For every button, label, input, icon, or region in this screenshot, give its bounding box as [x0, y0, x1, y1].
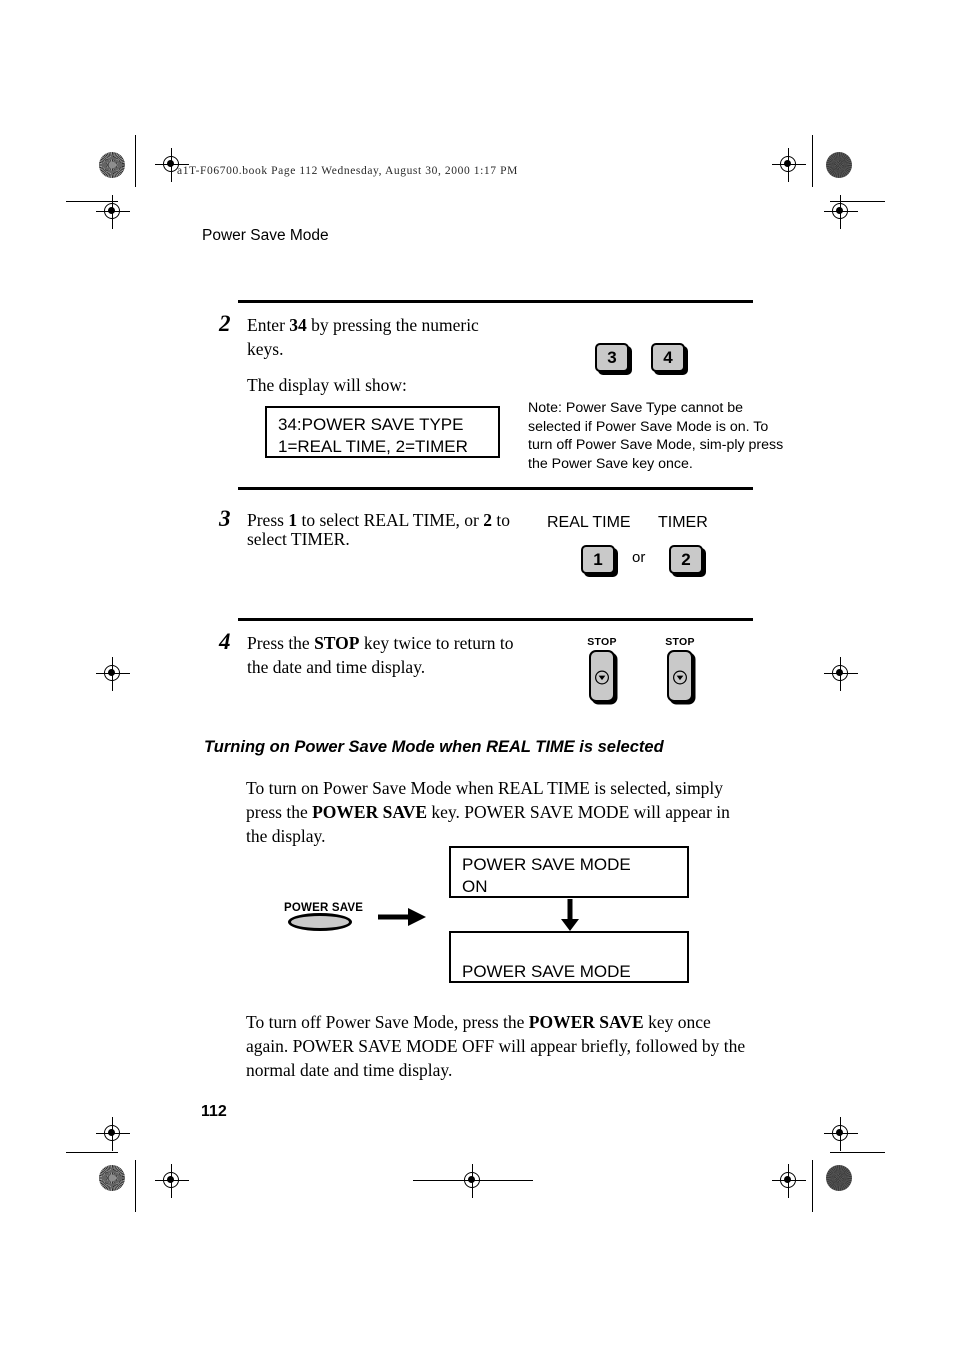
- file-header-text: a1T-F06700.book Page 112 Wednesday, Augu…: [177, 165, 518, 177]
- lcd-ps-mode-line1: [462, 939, 687, 961]
- stop-key-2[interactable]: STOP: [662, 636, 698, 702]
- section-heading: Turning on Power Save Mode when REAL TIM…: [204, 738, 664, 756]
- stop-key-1[interactable]: STOP: [584, 636, 620, 702]
- halftone-dot-icon: [826, 152, 852, 178]
- registration-target-icon: [155, 1164, 189, 1198]
- step-2-line1-bold: 34: [289, 315, 307, 335]
- step-number-3: 3: [219, 506, 231, 531]
- registration-target-icon: [96, 1117, 130, 1151]
- running-head: Power Save Mode: [202, 227, 329, 244]
- section-rule: [238, 300, 753, 303]
- page-number: 112: [201, 1103, 227, 1120]
- step-2-line2: keys.: [247, 339, 284, 359]
- trim-line: [812, 1160, 814, 1212]
- paragraph-1-bold: POWER SAVE: [312, 802, 428, 822]
- arrow-down-icon: [561, 899, 579, 931]
- lcd-ps-on-line1: POWER SAVE MODE: [462, 855, 631, 874]
- registration-target-icon: [824, 195, 858, 229]
- registration-target-icon: [824, 1117, 858, 1151]
- trim-line: [66, 1152, 118, 1154]
- trim-line: [135, 1160, 137, 1212]
- step-4-bold: STOP: [314, 633, 360, 653]
- step-3-post: to: [491, 510, 510, 530]
- step-3-line2: select TIMER.: [247, 529, 350, 549]
- circle-down-triangle-icon: [595, 670, 609, 685]
- step-2-line1-pre: Enter: [247, 315, 290, 335]
- step-4-post: key twice to return to: [359, 633, 514, 653]
- circle-down-triangle-icon: [673, 670, 687, 685]
- registration-target-icon: [772, 1164, 806, 1198]
- lcd-ps-mode-line2: POWER SAVE MODE: [462, 962, 631, 981]
- stop-key-2-body[interactable]: [667, 650, 693, 702]
- registration-target-icon: [96, 657, 130, 691]
- lcd-display-power-save-mode: POWER SAVE MODE: [449, 931, 689, 983]
- step-4-text: Press the STOP key twice to return to: [247, 631, 522, 655]
- step-3-bold-2: 2: [483, 510, 492, 530]
- numeric-key-1[interactable]: 1: [581, 545, 615, 574]
- halftone-dot-icon: [826, 1165, 852, 1191]
- lcd-display-step2: 34:POWER SAVE TYPE 1=REAL TIME, 2=TIMER: [265, 406, 500, 458]
- step-4-pre: Press the: [247, 633, 315, 653]
- step-2-note: Note: Power Save Type cannot be selected…: [528, 400, 784, 472]
- stop-key-1-body[interactable]: [589, 650, 615, 702]
- trim-line: [812, 135, 814, 187]
- lcd-ps-on-line2: ON: [462, 877, 488, 896]
- step-2-line1-post: by pressing the numeric: [306, 315, 479, 335]
- step-2-line3: The display will show:: [247, 375, 407, 395]
- section-paragraph-2: To turn off Power Save Mode, press the P…: [246, 1010, 746, 1082]
- trim-line: [135, 135, 137, 187]
- halftone-dot-icon: [99, 1165, 125, 1191]
- lcd-display-power-save-on: POWER SAVE MODE ON: [449, 846, 689, 898]
- numeric-key-2[interactable]: 2: [669, 545, 703, 574]
- stop-key-2-label: STOP: [665, 636, 695, 648]
- numeric-key-3[interactable]: 3: [595, 343, 629, 372]
- trim-line: [830, 1152, 885, 1154]
- step-2-text: Enter 34 by pressing the numeric: [247, 313, 517, 337]
- section-rule: [238, 618, 753, 621]
- paragraph-2-bold: POWER SAVE: [528, 1012, 644, 1032]
- halftone-dot-icon: [99, 152, 125, 178]
- step-4-line2: the date and time display.: [247, 657, 426, 677]
- step-number-2: 2: [219, 311, 231, 336]
- registration-target-icon: [772, 148, 806, 182]
- step-number-4: 4: [219, 629, 231, 654]
- section-rule: [238, 487, 753, 490]
- stop-key-1-label: STOP: [587, 636, 617, 648]
- lcd-step2-line2: 1=REAL TIME, 2=TIMER: [278, 437, 468, 456]
- registration-target-icon: [96, 195, 130, 229]
- registration-target-icon: [824, 657, 858, 691]
- or-label: or: [632, 549, 646, 566]
- paragraph-2-pre: To turn off Power Save Mode, press the: [246, 1012, 529, 1032]
- section-paragraph-1: To turn on Power Save Mode when REAL TIM…: [246, 776, 746, 848]
- lcd-step2-line1: 34:POWER SAVE TYPE: [278, 415, 464, 434]
- power-save-key[interactable]: [288, 913, 352, 931]
- registration-target-icon: [456, 1164, 490, 1198]
- arrow-right-icon: [378, 908, 426, 926]
- numeric-key-4[interactable]: 4: [651, 343, 685, 372]
- caption-real-time: REAL TIME: [547, 514, 631, 531]
- caption-timer: TIMER: [658, 514, 708, 531]
